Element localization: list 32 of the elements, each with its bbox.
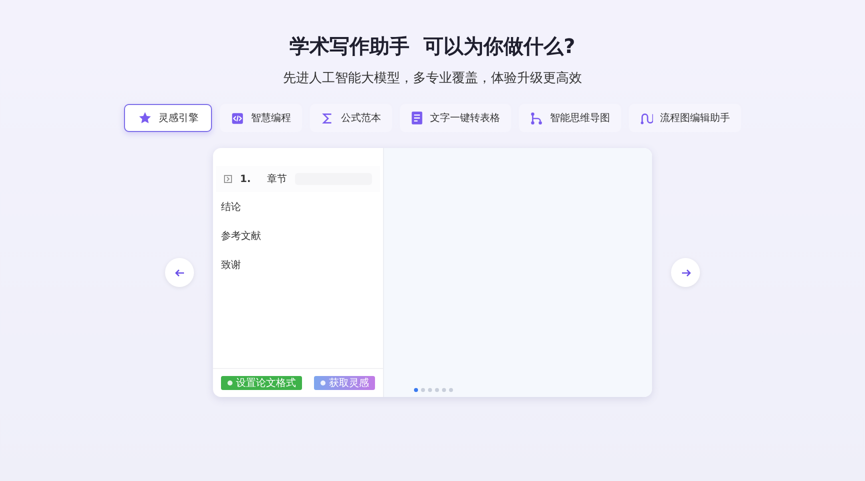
arrow-right-icon — [680, 266, 692, 278]
feature-tab[interactable]: 灵感引擎 — [124, 104, 212, 132]
feature-tab[interactable]: 文字一键转表格 — [400, 104, 511, 132]
chapter-number: 1. — [240, 174, 251, 184]
chapter-label: 章节 — [266, 172, 287, 186]
branch-icon — [530, 112, 543, 124]
slide-dot[interactable] — [414, 388, 418, 392]
slide-dot[interactable] — [449, 388, 453, 392]
slide-dot[interactable] — [421, 388, 425, 392]
arrow-left-icon — [174, 266, 186, 278]
feature-tab[interactable]: 流程图编辑助手 — [629, 104, 741, 132]
star-icon — [138, 111, 152, 125]
feature-tab[interactable]: 智能思维导图 — [519, 104, 621, 132]
feature-tab[interactable]: 智慧编程 — [220, 104, 302, 132]
slide-dot[interactable] — [442, 388, 446, 392]
outline-item[interactable]: 参考文献 — [213, 221, 383, 250]
dot-icon — [320, 380, 326, 386]
document-icon — [411, 111, 423, 125]
page-subtitle: 先进人工智能大模型，多专业覆盖，体验升级更高效 — [283, 70, 582, 87]
flow-icon — [640, 112, 653, 124]
code-icon — [231, 112, 244, 124]
outline-item[interactable]: 结论 — [213, 192, 383, 221]
expand-icon — [224, 175, 232, 183]
page-title: 学术写作助手 可以为你做什么? — [290, 33, 576, 60]
dot-icon — [227, 380, 233, 386]
sigma-icon — [321, 112, 334, 124]
outline-item[interactable]: 致谢 — [213, 250, 383, 279]
next-button[interactable] — [671, 258, 700, 287]
feature-tab[interactable]: 公式范本 — [310, 104, 392, 132]
slide-dot[interactable] — [428, 388, 432, 392]
previous-button[interactable] — [165, 258, 194, 287]
slide-dot[interactable] — [435, 388, 439, 392]
